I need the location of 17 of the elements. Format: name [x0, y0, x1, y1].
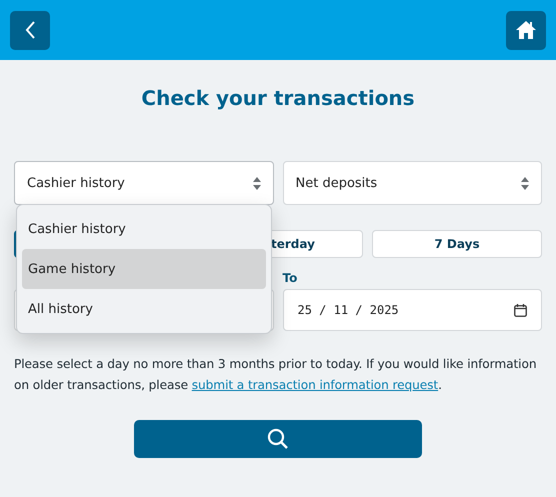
info-text: Please select a day no more than 3 months prior to today. If you would like information on older transactions, please submit a transaction information request. — [13, 356, 538, 394]
calendar-icon — [514, 304, 527, 316]
sort-arrows-icon — [521, 176, 529, 190]
home-button[interactable] — [506, 10, 546, 50]
date-field[interactable]: 25 / 11 / 2025 — [282, 289, 542, 331]
search-icon — [267, 428, 289, 450]
select-field[interactable]: Cashier history — [14, 161, 274, 205]
back-button[interactable] — [10, 10, 50, 50]
page-title: Check your transactions — [140, 85, 416, 112]
sort-arrows-icon — [252, 176, 260, 190]
home-icon — [515, 20, 537, 40]
back-icon — [24, 20, 36, 40]
dropdown-option[interactable]: Game history — [22, 249, 266, 289]
select-field[interactable]: Net deposits — [282, 161, 542, 205]
range-tab[interactable]: 7 Days — [372, 230, 542, 258]
field-label: To — [282, 271, 298, 287]
request-link[interactable]: submit a transaction information request — [192, 378, 438, 392]
